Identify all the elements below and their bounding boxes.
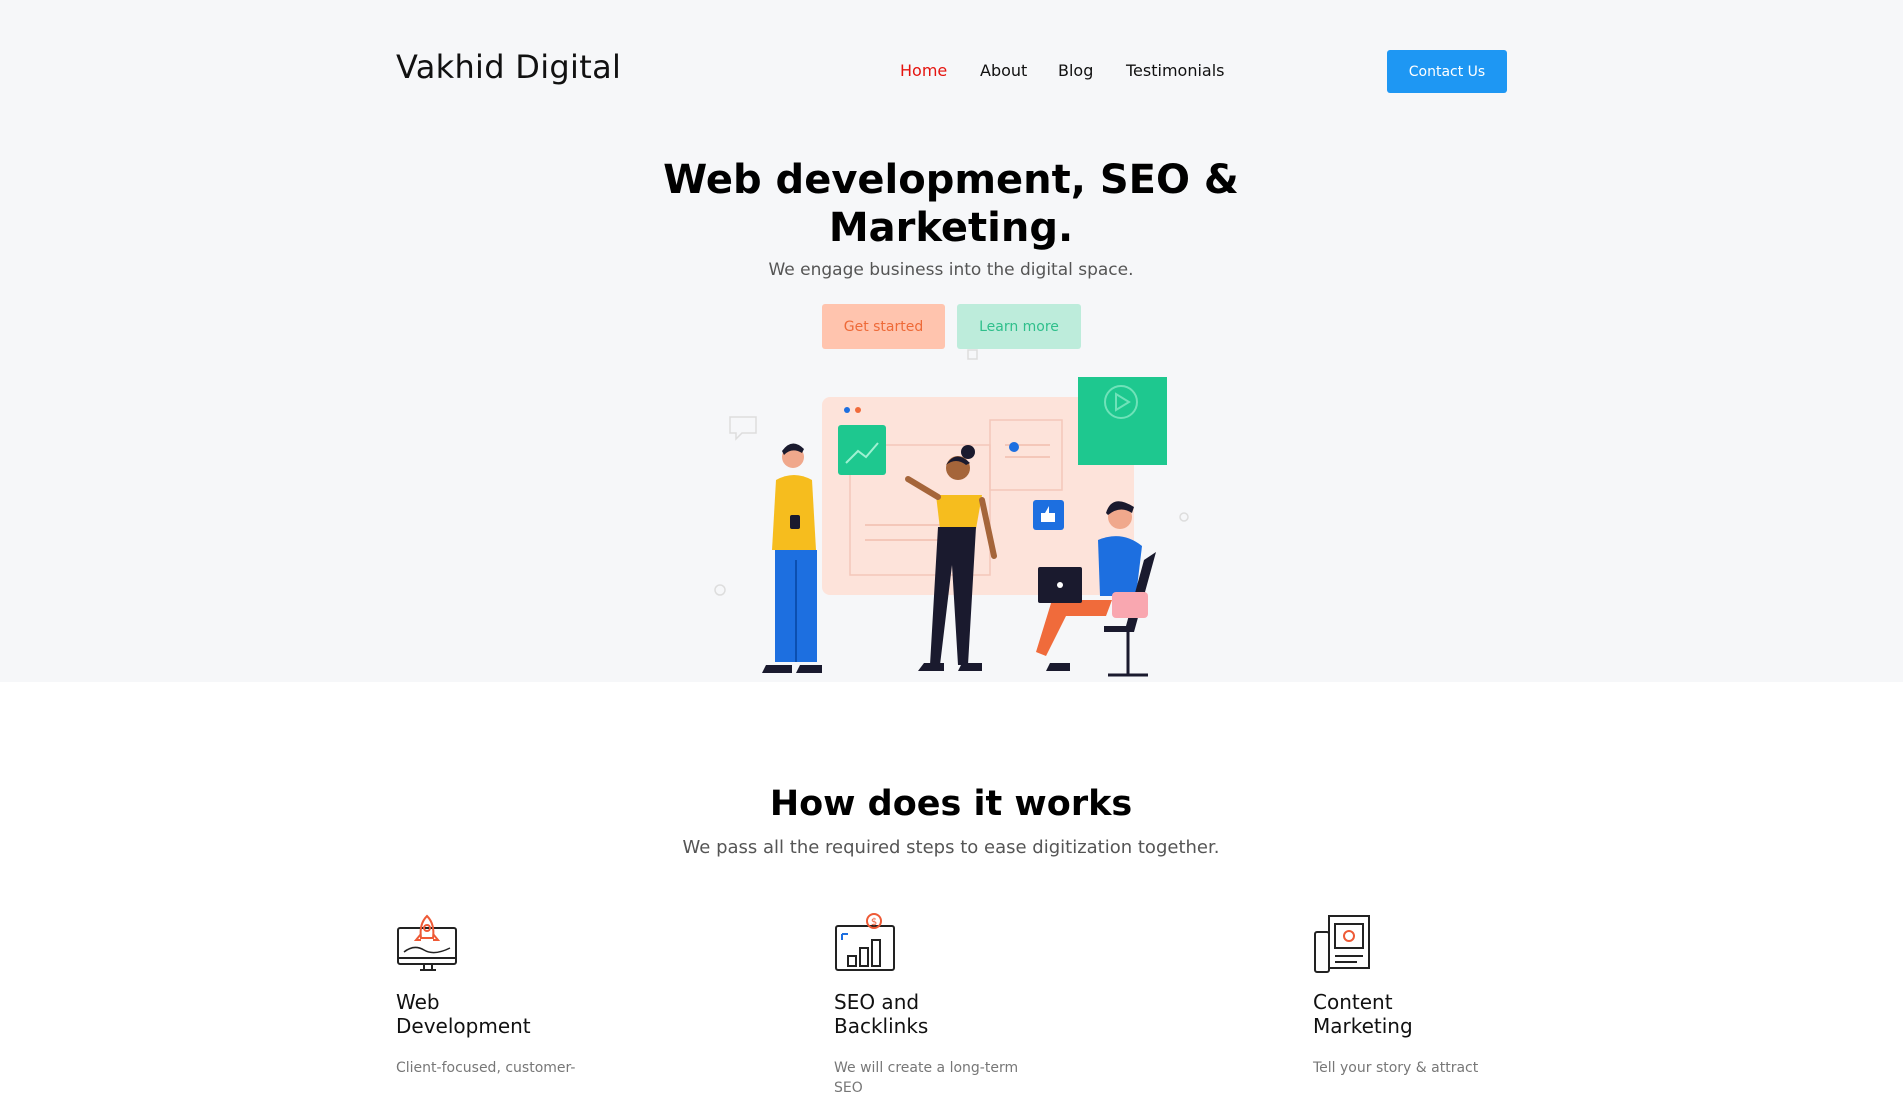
- nav-blog[interactable]: Blog: [1058, 61, 1093, 80]
- section-subtitle: We pass all the required steps to ease d…: [682, 837, 1220, 858]
- rocket-monitor-icon: [397, 914, 457, 971]
- feature-description: Tell your story & attract: [1313, 1060, 1479, 1076]
- contact-us-button[interactable]: Contact Us: [1387, 50, 1507, 93]
- svg-text:$: $: [871, 917, 877, 928]
- feature-seo-backlinks: $ SEO and Backlinks We will create a lon…: [834, 912, 1054, 1098]
- learn-more-button[interactable]: Learn more: [957, 304, 1081, 349]
- get-started-button[interactable]: Get started: [822, 304, 945, 349]
- hero-subtitle: We engage business into the digital spac…: [768, 260, 1134, 280]
- brand-logo[interactable]: Vakhid Digital: [396, 48, 621, 86]
- nav-home[interactable]: Home: [900, 61, 947, 80]
- feature-title: SEO and Backlinks: [834, 990, 929, 1038]
- feature-title: Content Marketing: [1313, 990, 1413, 1038]
- nav-about[interactable]: About: [980, 61, 1027, 80]
- hero-section: Vakhid Digital Home About Blog Testimoni…: [0, 0, 1903, 682]
- content-document-icon: [1314, 915, 1370, 973]
- feature-title: Web Development: [396, 990, 531, 1038]
- feature-description: Client-focused, customer-: [396, 1060, 576, 1076]
- team-collaboration-illustration: [714, 349, 1189, 677]
- nav-testimonials[interactable]: Testimonials: [1126, 61, 1225, 80]
- section-title: How does it works: [769, 784, 1133, 824]
- feature-description: We will create a long-term SEO: [834, 1060, 1019, 1096]
- feature-content-marketing: Content Marketing Tell your story & attr…: [1313, 912, 1533, 1078]
- hero-title: Web development, SEO & Marketing.: [663, 157, 1239, 251]
- feature-web-development: Web Development Client-focused, customer…: [396, 912, 616, 1078]
- seo-chart-icon: $: [835, 913, 895, 971]
